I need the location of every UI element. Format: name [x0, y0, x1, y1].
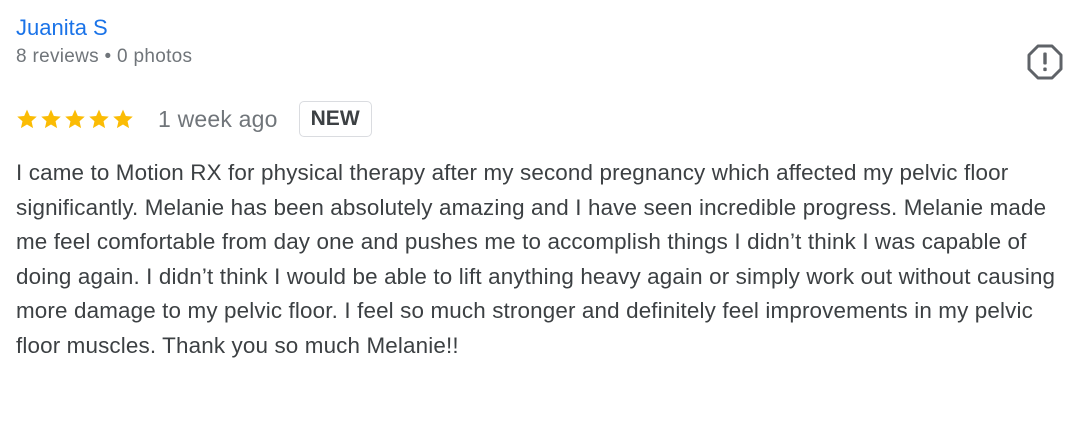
star-icon	[88, 108, 110, 130]
reviewer-name-link[interactable]: Juanita S	[16, 14, 1064, 42]
review-text: I came to Motion RX for physical therapy…	[16, 160, 1056, 358]
new-badge: NEW	[298, 101, 372, 137]
review-card: Juanita S 8 reviews • 0 photos 1 week ag…	[16, 14, 1064, 358]
rating-row: 1 week ago NEW	[16, 100, 372, 138]
star-rating	[16, 108, 134, 130]
star-icon	[16, 108, 38, 130]
star-icon	[40, 108, 62, 130]
review-date: 1 week ago	[158, 105, 278, 132]
star-icon	[64, 108, 86, 130]
reviewer-stats: 8 reviews • 0 photos	[16, 46, 193, 67]
star-icon	[112, 108, 134, 130]
report-icon	[1027, 44, 1063, 80]
report-review-button[interactable]	[1026, 43, 1064, 81]
